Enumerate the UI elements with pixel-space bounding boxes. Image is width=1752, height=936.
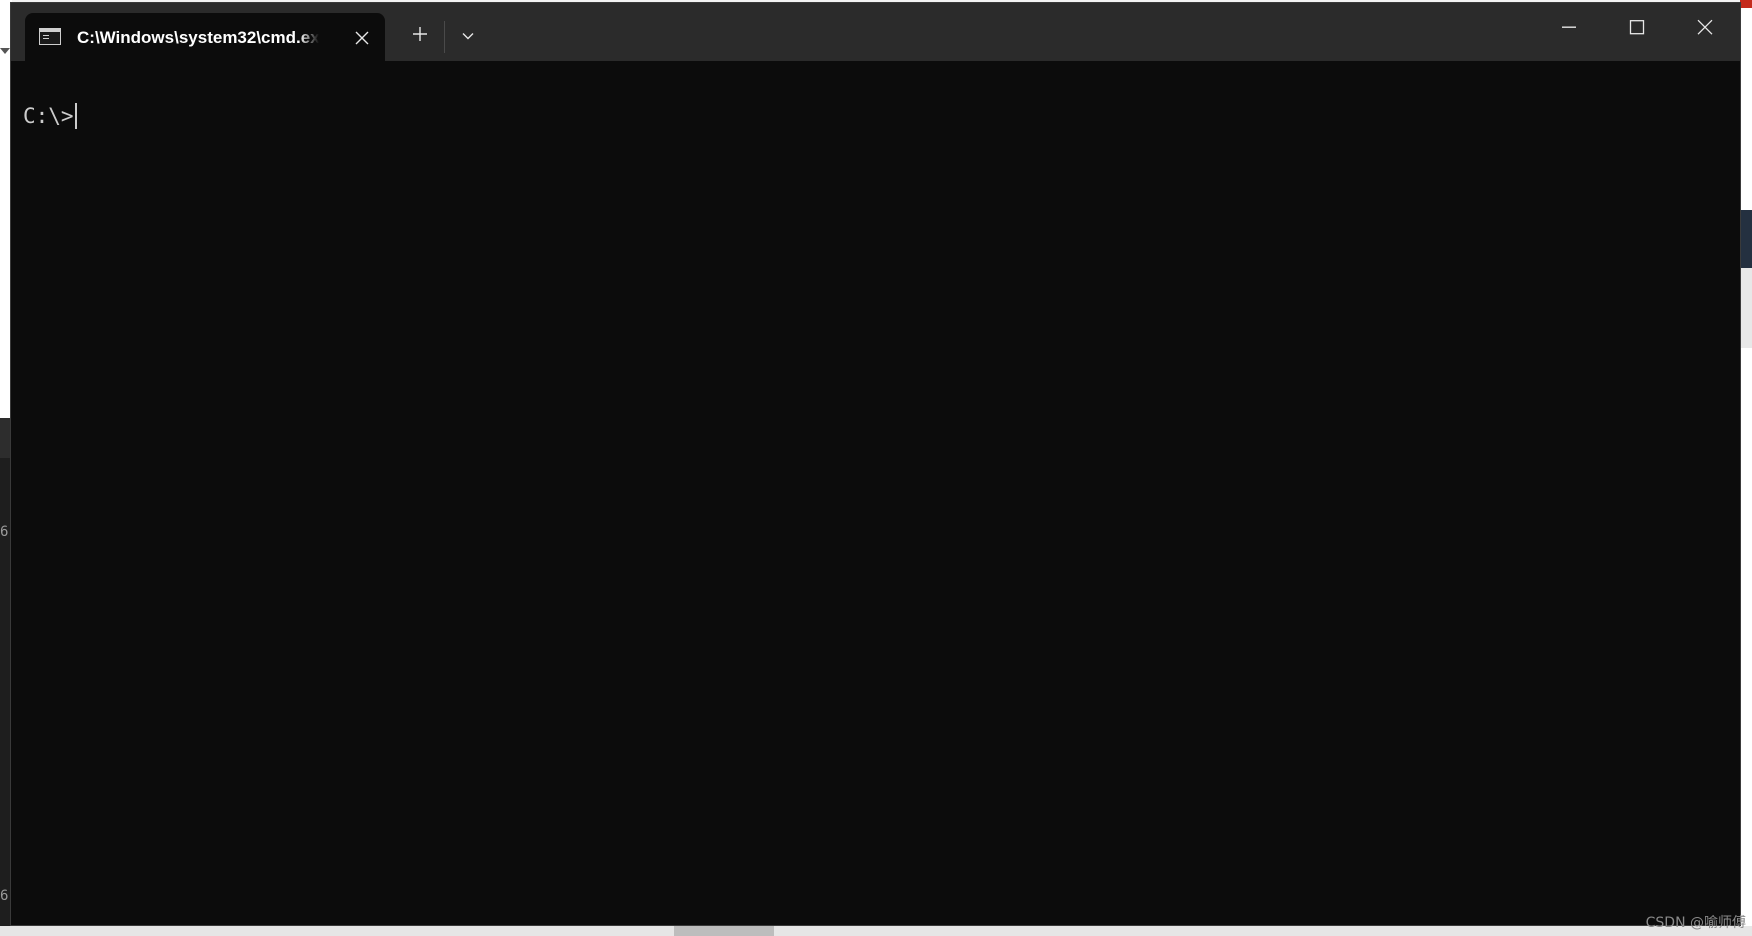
plus-icon <box>413 27 427 41</box>
background-panel-right-grey <box>1740 268 1752 348</box>
new-tab-button[interactable] <box>403 19 437 49</box>
watermark: CSDN @喻师傅 <box>1645 915 1746 931</box>
minimize-button[interactable] <box>1535 3 1603 61</box>
tab-separator <box>444 21 445 53</box>
background-line-number: 6 <box>0 888 9 904</box>
close-window-button[interactable] <box>1671 3 1739 61</box>
tab-cmd[interactable]: C:\Windows\system32\cmd.exe <box>25 13 385 62</box>
background-taskbar-strip <box>0 926 1752 936</box>
close-icon <box>355 31 369 45</box>
maximize-icon <box>1629 20 1645 35</box>
background-dropdown-arrow-icon <box>0 48 10 54</box>
background-window-right <box>1740 0 1752 936</box>
close-tab-button[interactable] <box>351 27 373 49</box>
terminal-window: C:\Windows\system32\cmd.exe C:\> <box>10 2 1741 926</box>
background-panel-right <box>1740 210 1752 268</box>
chevron-down-icon <box>462 33 474 40</box>
terminal-output-area[interactable]: C:\> <box>11 61 1740 925</box>
tab-title: C:\Windows\system32\cmd.exe <box>77 28 319 47</box>
text-cursor <box>74 103 77 129</box>
background-line-number: 6 <box>0 524 9 540</box>
background-close-accent <box>1740 0 1752 8</box>
maximize-button[interactable] <box>1603 3 1671 61</box>
title-bar[interactable]: C:\Windows\system32\cmd.exe <box>11 3 1740 62</box>
command-prompt-icon <box>39 28 61 45</box>
prompt-text: C:\> <box>23 104 74 128</box>
profiles-dropdown-button[interactable] <box>451 21 485 51</box>
close-icon <box>1697 19 1713 35</box>
background-scroll-thumb <box>674 926 774 936</box>
prompt-line: C:\> <box>23 103 77 129</box>
minimize-icon <box>1562 26 1576 28</box>
